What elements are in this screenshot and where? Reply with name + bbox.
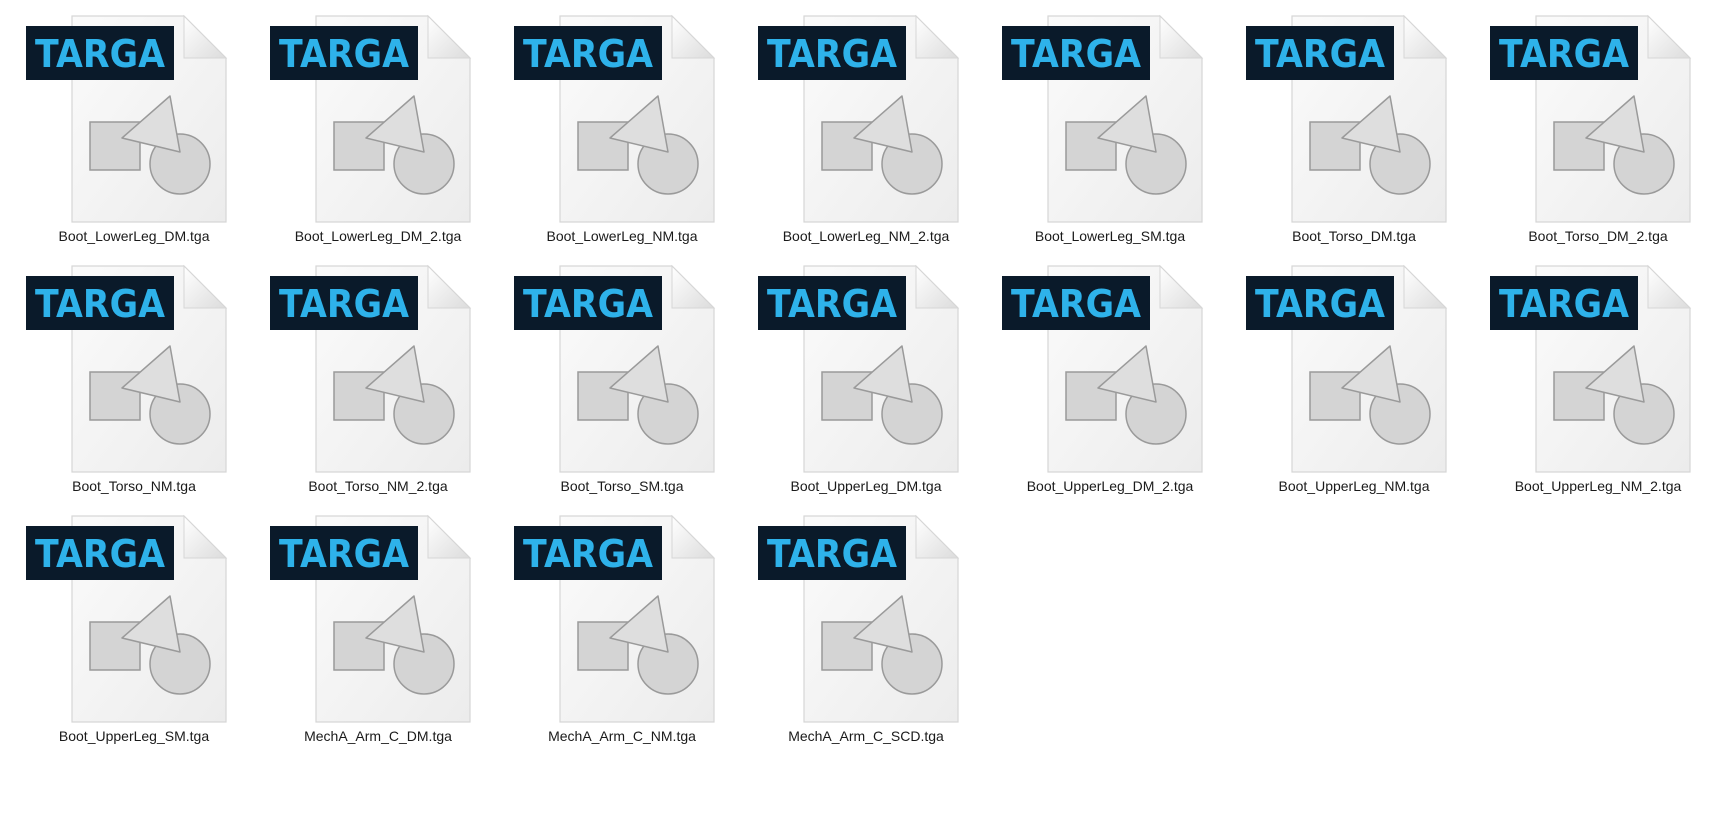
targa-file-icon: TARGA [12,512,256,724]
targa-file-icon: TARGA [12,12,256,224]
file-name: Boot_UpperLeg_NM_2.tga [1514,478,1682,494]
svg-text:TARGA: TARGA [1255,282,1386,326]
svg-text:TARGA: TARGA [523,32,654,76]
svg-text:TARGA: TARGA [1255,32,1386,76]
svg-text:TARGA: TARGA [1011,32,1142,76]
file-item[interactable]: TARGA Boot_LowerLeg_DM.tga [12,12,256,262]
file-item[interactable]: TARGA Boot_UpperLeg_DM_2.tga [988,262,1232,512]
svg-text:TARGA: TARGA [1499,32,1630,76]
file-name: Boot_UpperLeg_SM.tga [58,728,210,744]
targa-file-icon: TARGA [500,12,744,224]
svg-text:TARGA: TARGA [279,282,410,326]
targa-file-icon: TARGA [1476,12,1716,224]
file-name: MechA_Arm_C_DM.tga [304,728,452,744]
file-item[interactable]: TARGA Boot_Torso_NM.tga [12,262,256,512]
svg-text:TARGA: TARGA [523,282,654,326]
targa-file-icon: TARGA [500,262,744,474]
svg-text:TARGA: TARGA [523,532,654,576]
file-item[interactable]: TARGA MechA_Arm_C_SCD.tga [744,512,988,762]
targa-file-icon: TARGA [1232,12,1476,224]
file-name: Boot_Torso_DM.tga [1292,228,1416,244]
targa-file-icon: TARGA [988,12,1232,224]
file-item[interactable]: TARGA Boot_UpperLeg_NM_2.tga [1476,262,1716,512]
file-name: MechA_Arm_C_NM.tga [548,728,696,744]
file-item[interactable]: TARGA Boot_LowerLeg_NM.tga [500,12,744,262]
svg-text:TARGA: TARGA [35,32,166,76]
svg-text:TARGA: TARGA [1011,282,1142,326]
file-name: Boot_LowerLeg_NM_2.tga [782,228,950,244]
targa-file-icon: TARGA [1476,262,1716,474]
svg-text:TARGA: TARGA [35,282,166,326]
svg-text:TARGA: TARGA [35,532,166,576]
file-item[interactable]: TARGA Boot_Torso_DM.tga [1232,12,1476,262]
file-item[interactable]: TARGA MechA_Arm_C_NM.tga [500,512,744,762]
file-name: Boot_UpperLeg_DM.tga [790,478,942,494]
file-item[interactable]: TARGA Boot_Torso_DM_2.tga [1476,12,1716,262]
file-item[interactable]: TARGA Boot_Torso_SM.tga [500,262,744,512]
svg-text:TARGA: TARGA [1499,282,1630,326]
targa-file-icon: TARGA [744,12,988,224]
file-item[interactable]: TARGA Boot_UpperLeg_SM.tga [12,512,256,762]
file-item[interactable]: TARGA Boot_LowerLeg_NM_2.tga [744,12,988,262]
svg-text:TARGA: TARGA [767,32,898,76]
file-name: Boot_UpperLeg_NM.tga [1278,478,1430,494]
file-item[interactable]: TARGA Boot_UpperLeg_DM.tga [744,262,988,512]
svg-text:TARGA: TARGA [767,532,898,576]
targa-file-icon: TARGA [1232,262,1476,474]
file-name: Boot_Torso_DM_2.tga [1528,228,1668,244]
svg-text:TARGA: TARGA [279,32,410,76]
file-item[interactable]: TARGA Boot_Torso_NM_2.tga [256,262,500,512]
svg-text:TARGA: TARGA [279,532,410,576]
targa-file-icon: TARGA [256,262,500,474]
targa-file-icon: TARGA [500,512,744,724]
targa-file-icon: TARGA [744,512,988,724]
file-name: MechA_Arm_C_SCD.tga [788,728,944,744]
file-grid: TARGA Boot_LowerLeg_DM.tga TARGA Boot_Lo… [0,0,1716,836]
targa-file-icon: TARGA [256,512,500,724]
targa-file-icon: TARGA [744,262,988,474]
file-item[interactable]: TARGA Boot_LowerLeg_DM_2.tga [256,12,500,262]
file-item[interactable]: TARGA Boot_UpperLeg_NM.tga [1232,262,1476,512]
svg-text:TARGA: TARGA [767,282,898,326]
file-name: Boot_Torso_NM_2.tga [308,478,448,494]
file-name: Boot_LowerLeg_NM.tga [546,228,698,244]
file-item[interactable]: TARGA Boot_LowerLeg_SM.tga [988,12,1232,262]
targa-file-icon: TARGA [988,262,1232,474]
file-name: Boot_Torso_SM.tga [560,478,684,494]
file-name: Boot_UpperLeg_DM_2.tga [1026,478,1194,494]
targa-file-icon: TARGA [12,262,256,474]
targa-file-icon: TARGA [256,12,500,224]
file-name: Boot_LowerLeg_DM.tga [58,228,210,244]
file-name: Boot_LowerLeg_SM.tga [1034,228,1186,244]
file-name: Boot_LowerLeg_DM_2.tga [294,228,462,244]
file-name: Boot_Torso_NM.tga [72,478,196,494]
file-item[interactable]: TARGA MechA_Arm_C_DM.tga [256,512,500,762]
